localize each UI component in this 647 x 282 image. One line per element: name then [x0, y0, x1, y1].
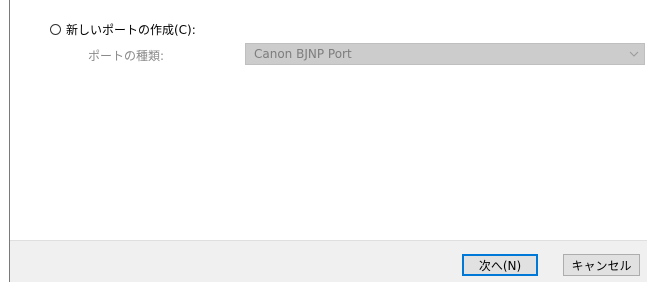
- port-type-dropdown[interactable]: Canon BJNP Port: [245, 43, 645, 65]
- port-type-label: ポートの種類:: [88, 49, 165, 63]
- create-new-port-radio[interactable]: [50, 23, 61, 35]
- chevron-down-icon[interactable]: [624, 44, 644, 64]
- port-type-value: Canon BJNP Port: [254, 47, 352, 61]
- cancel-button[interactable]: キャンセル: [563, 254, 640, 276]
- add-printer-dialog: 新しいポートの作成(C): ポートの種類: Canon BJNP Port 次へ…: [0, 0, 647, 282]
- create-new-port-option[interactable]: 新しいポートの作成(C):: [50, 19, 196, 39]
- create-new-port-label[interactable]: 新しいポートの作成(C):: [66, 21, 196, 38]
- dialog-footer: 次へ(N) キャンセル: [10, 240, 647, 282]
- next-button[interactable]: 次へ(N): [462, 254, 538, 276]
- dialog-content: 新しいポートの作成(C): ポートの種類: Canon BJNP Port: [10, 0, 647, 240]
